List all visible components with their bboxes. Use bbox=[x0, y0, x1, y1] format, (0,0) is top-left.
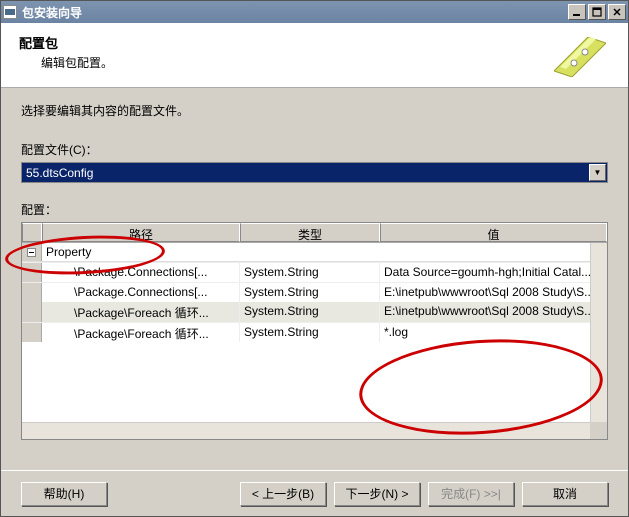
page-subtitle: 编辑包配置。 bbox=[19, 54, 550, 71]
instruction-text: 选择要编辑其内容的配置文件。 bbox=[21, 102, 608, 119]
cell-type: System.String bbox=[240, 283, 380, 302]
property-group-label: Property bbox=[42, 243, 607, 261]
config-grid: 路径 类型 值 Property \Package.Connections[..… bbox=[21, 222, 608, 440]
app-icon bbox=[3, 5, 17, 19]
cell-path: \Package.Connections[... bbox=[42, 263, 240, 282]
grid-col-value[interactable]: 值 bbox=[380, 223, 607, 242]
cell-type: System.String bbox=[240, 323, 380, 342]
cell-path: \Package\Foreach 循环... bbox=[42, 323, 240, 342]
grid-scroll-corner bbox=[590, 422, 607, 439]
page-title: 配置包 bbox=[19, 33, 550, 52]
next-button[interactable]: 下一步(N) > bbox=[334, 482, 420, 506]
cell-value: E:\inetpub\wwwroot\Sql 2008 Study\S... bbox=[380, 302, 607, 322]
wizard-header: 配置包 编辑包配置。 bbox=[1, 23, 628, 88]
config-file-label: 配置文件(C)： bbox=[21, 141, 608, 158]
config-file-dropdown[interactable]: 55.dtsConfig ▼ bbox=[21, 162, 608, 183]
back-button[interactable]: < 上一步(B) bbox=[240, 482, 326, 506]
finish-button: 完成(F) >>| bbox=[428, 482, 514, 506]
cancel-button[interactable]: 取消 bbox=[522, 482, 608, 506]
property-group-row[interactable]: Property bbox=[22, 243, 607, 262]
close-button[interactable] bbox=[608, 4, 626, 20]
wizard-footer: 帮助(H) < 上一步(B) 下一步(N) > 完成(F) >>| 取消 bbox=[1, 470, 628, 516]
window-title: 包安装向导 bbox=[22, 4, 568, 21]
cell-path: \Package.Connections[... bbox=[42, 283, 240, 302]
grid-row[interactable]: \Package\Foreach 循环... System.String E:\… bbox=[22, 302, 607, 322]
grid-col-path[interactable]: 路径 bbox=[42, 223, 240, 242]
wizard-window: 包安装向导 配置包 编辑包配置。 选择要编辑其内容的配置文件。 配置文件(C)：… bbox=[0, 0, 629, 517]
cell-type: System.String bbox=[240, 263, 380, 282]
config-label: 配置： bbox=[21, 201, 608, 218]
config-file-value: 55.dtsConfig bbox=[26, 166, 93, 180]
collapse-icon[interactable] bbox=[22, 243, 42, 261]
title-bar: 包安装向导 bbox=[1, 1, 628, 23]
cell-value: Data Source=goumh-hgh;Initial Catal... bbox=[380, 263, 607, 282]
grid-row[interactable]: \Package.Connections[... System.String D… bbox=[22, 262, 607, 282]
cell-value: E:\inetpub\wwwroot\Sql 2008 Study\S... bbox=[380, 283, 607, 302]
grid-scrollbar-horizontal[interactable] bbox=[22, 422, 590, 439]
maximize-button[interactable] bbox=[588, 4, 606, 20]
cell-type: System.String bbox=[240, 302, 380, 322]
grid-scrollbar-vertical[interactable] bbox=[590, 243, 607, 422]
minimize-button[interactable] bbox=[568, 4, 586, 20]
grid-header: 路径 类型 值 bbox=[22, 223, 607, 243]
wizard-body: 选择要编辑其内容的配置文件。 配置文件(C)： 55.dtsConfig ▼ 配… bbox=[1, 88, 628, 470]
grid-header-expand bbox=[22, 223, 42, 242]
help-button[interactable]: 帮助(H) bbox=[21, 482, 107, 506]
dropdown-arrow-icon[interactable]: ▼ bbox=[589, 164, 606, 181]
grid-row[interactable]: \Package\Foreach 循环... System.String *.l… bbox=[22, 322, 607, 342]
window-controls bbox=[568, 4, 626, 20]
grid-row[interactable]: \Package.Connections[... System.String E… bbox=[22, 282, 607, 302]
cell-value: *.log bbox=[380, 323, 607, 342]
cell-path: \Package\Foreach 循环... bbox=[42, 302, 240, 322]
grid-col-type[interactable]: 类型 bbox=[240, 223, 380, 242]
wizard-decorative-icon bbox=[550, 33, 610, 81]
